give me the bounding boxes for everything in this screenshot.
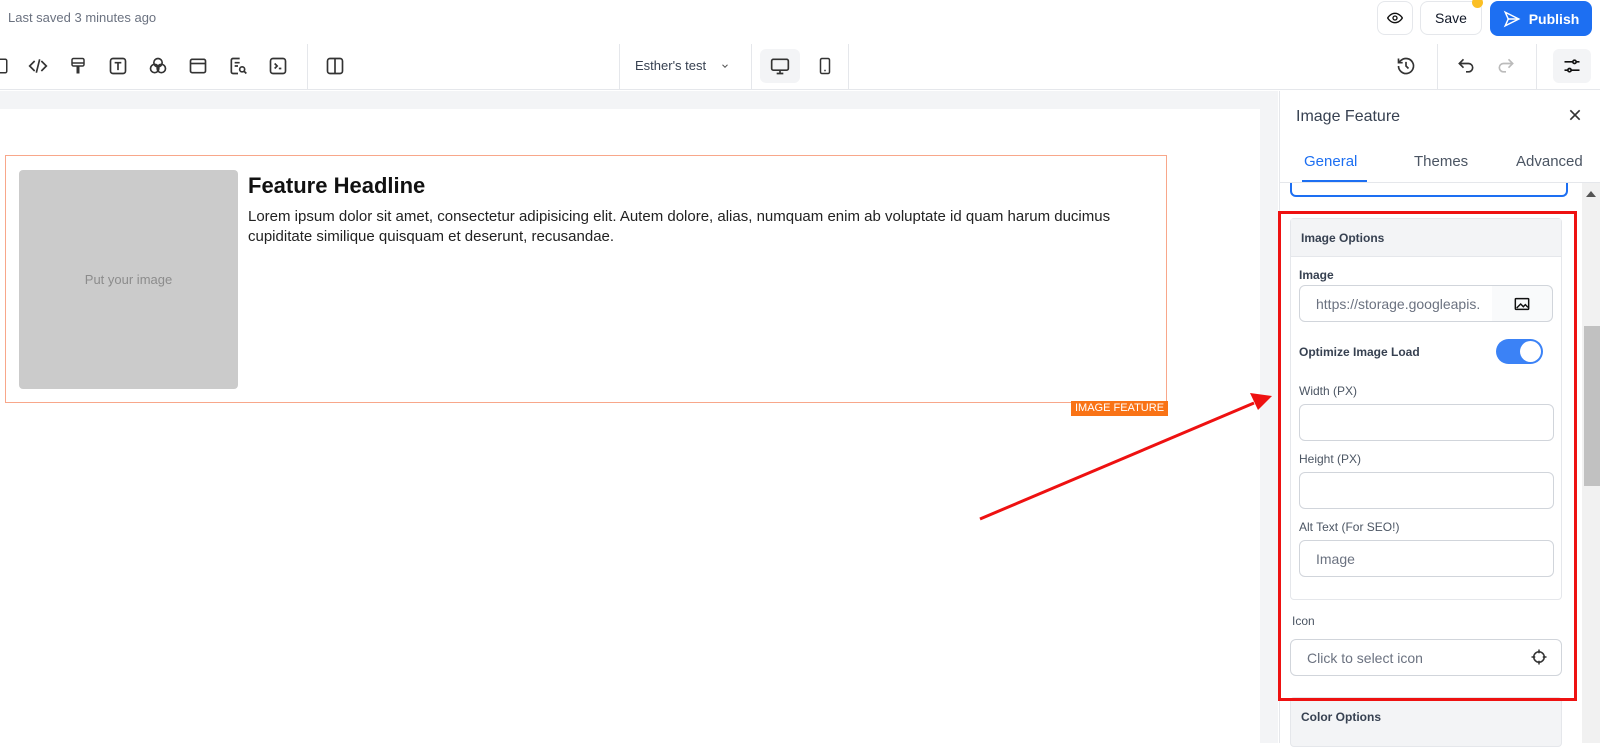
- feature-headline[interactable]: Feature Headline: [248, 173, 425, 199]
- eye-icon: [1387, 12, 1403, 24]
- image-placeholder[interactable]: Put your image: [19, 170, 238, 389]
- image-picker-button[interactable]: [1492, 285, 1553, 322]
- optimize-image-load-label: Optimize Image Load: [1299, 345, 1420, 359]
- page-name: Esther's test: [635, 58, 707, 73]
- undo-icon[interactable]: [1454, 54, 1478, 78]
- send-icon: [1503, 10, 1521, 27]
- preview-button[interactable]: [1377, 1, 1413, 35]
- image-url-input[interactable]: https://storage.googleapis.: [1299, 285, 1493, 322]
- toolbar-divider: [307, 44, 308, 90]
- publish-label: Publish: [1528, 10, 1580, 27]
- scroll-up-arrow-icon[interactable]: [1586, 191, 1596, 197]
- history-icon[interactable]: [1394, 54, 1418, 78]
- close-icon: [1569, 109, 1581, 121]
- redo-icon[interactable]: [1494, 54, 1518, 78]
- active-tab-indicator: [1302, 180, 1367, 182]
- optimize-image-load-toggle[interactable]: [1496, 339, 1543, 364]
- scrollbar-thumb[interactable]: [1584, 326, 1600, 486]
- terminal-icon[interactable]: [266, 54, 290, 78]
- image-feature-block[interactable]: Put your image Feature Headline Lorem ip…: [5, 155, 1167, 403]
- panel-tabs: General Themes Advanced: [1280, 143, 1600, 183]
- toolbar-divider: [619, 44, 620, 90]
- alt-text-label: Alt Text (For SEO!): [1299, 520, 1400, 534]
- settings-panel-button[interactable]: [1553, 49, 1591, 83]
- feature-body-text[interactable]: Lorem ipsum dolor sit amet, consectetur …: [248, 207, 1158, 247]
- icon-select-input[interactable]: Click to select icon: [1290, 639, 1562, 676]
- icon-label: Icon: [1292, 614, 1315, 628]
- toolbar-divider: [1437, 44, 1438, 90]
- toggle-knob: [1520, 341, 1541, 362]
- height-label: Height (PX): [1299, 452, 1362, 466]
- top-bar: Last saved 3 minutes ago Save Publish: [0, 0, 1600, 40]
- publish-button[interactable]: Publish: [1490, 1, 1592, 36]
- sliders-icon: [1564, 59, 1580, 73]
- layout-icon[interactable]: [186, 54, 210, 78]
- toolbar-divider: [751, 44, 752, 90]
- desktop-view-button[interactable]: [760, 49, 800, 83]
- page-selector[interactable]: Esther's test: [635, 58, 730, 73]
- image-feature-badge: IMAGE FEATURE: [1071, 401, 1169, 416]
- color-options-header[interactable]: Color Options: [1290, 697, 1562, 747]
- width-input[interactable]: [1299, 404, 1554, 441]
- toolbar-divider: [848, 44, 849, 90]
- paint-brush-icon[interactable]: [66, 54, 90, 78]
- image-options-header[interactable]: Image Options: [1291, 219, 1561, 257]
- tab-advanced[interactable]: Advanced: [1516, 153, 1583, 170]
- mobile-icon: [819, 57, 831, 75]
- text-icon[interactable]: [106, 54, 130, 78]
- image-icon: [1514, 297, 1530, 310]
- image-options-section: Image Options Image https://storage.goog…: [1290, 218, 1562, 600]
- crosshair-icon[interactable]: [1530, 648, 1548, 666]
- code-icon[interactable]: [26, 54, 50, 78]
- settings-panel: Image Feature General Themes Advanced Im…: [1279, 91, 1600, 747]
- canvas-area: Put your image Feature Headline Lorem ip…: [0, 91, 1278, 743]
- color-circles-icon[interactable]: [146, 54, 170, 78]
- toolbar-divider: [1536, 44, 1537, 90]
- previous-field-edge: [1290, 183, 1568, 197]
- page-canvas: Put your image Feature Headline Lorem ip…: [0, 109, 1260, 743]
- desktop-icon: [770, 58, 790, 75]
- close-panel-button[interactable]: [1565, 105, 1585, 125]
- editor-toolbar: Esther's test: [0, 44, 1600, 90]
- chevron-down-icon: [722, 63, 728, 68]
- image-label: Image: [1299, 268, 1334, 282]
- panel-title: Image Feature: [1296, 108, 1401, 125]
- tab-general[interactable]: General: [1304, 153, 1357, 170]
- width-label: Width (PX): [1299, 384, 1358, 398]
- layers-icon[interactable]: [0, 54, 12, 78]
- seo-search-icon[interactable]: [226, 54, 250, 78]
- tab-themes[interactable]: Themes: [1414, 153, 1468, 170]
- mobile-view-button[interactable]: [808, 49, 842, 83]
- height-input[interactable]: [1299, 472, 1554, 509]
- alt-text-input[interactable]: Image: [1299, 540, 1554, 577]
- saved-status: Last saved 3 minutes ago: [8, 10, 157, 25]
- columns-icon[interactable]: [323, 54, 347, 78]
